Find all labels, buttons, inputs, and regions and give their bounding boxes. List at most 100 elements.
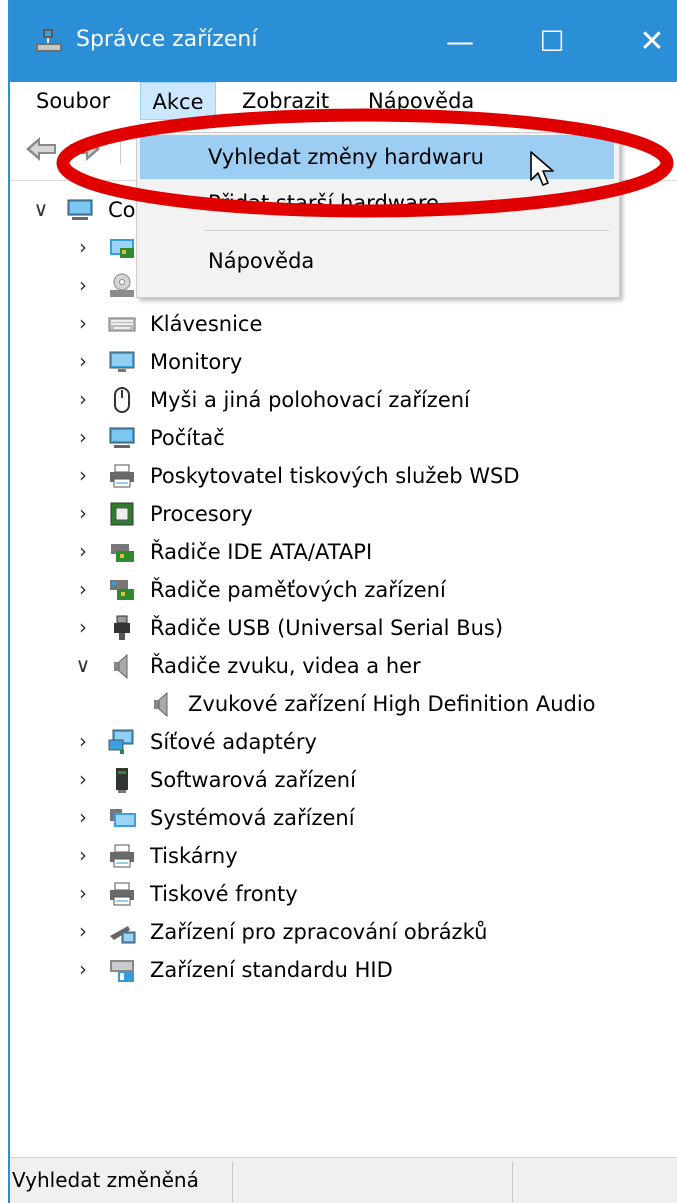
minimize-button[interactable]: — xyxy=(430,16,490,66)
tree-item[interactable]: › Softwarová zařízení xyxy=(10,762,677,798)
tree-item-label: Tiskárny xyxy=(150,844,238,868)
menuitem-label: Nápověda xyxy=(208,249,315,273)
forward-arrow-icon[interactable] xyxy=(68,134,102,164)
tree-item-label: Tiskové fronty xyxy=(150,882,298,906)
tree-item[interactable]: › Klávesnice xyxy=(10,306,677,342)
menuitem-help[interactable]: Nápověda xyxy=(140,239,614,283)
tree-item-label: Klávesnice xyxy=(150,312,263,336)
speaker-icon xyxy=(114,653,128,680)
tree-item[interactable]: › Počítač xyxy=(10,420,677,456)
computer-icon xyxy=(109,427,135,448)
chevron-down-icon[interactable]: ∨ xyxy=(72,654,94,676)
title-bar[interactable]: Správce zařízení — ☐ ✕ xyxy=(10,0,677,82)
chevron-right-icon[interactable]: › xyxy=(72,768,94,790)
tree-item-label: Řadiče USB (Universal Serial Bus) xyxy=(150,616,504,640)
chevron-right-icon[interactable]: › xyxy=(72,274,94,296)
imaging-device-icon xyxy=(110,926,136,944)
status-text: Vyhledat změněná xyxy=(12,1168,199,1192)
device-manager-app-icon xyxy=(36,29,62,52)
tree-item-label: Systémová zařízení xyxy=(150,806,355,830)
tree-item-label: Počítač xyxy=(150,426,225,450)
chevron-right-icon[interactable]: › xyxy=(72,730,94,752)
tree-item[interactable]: › Zařízení pro zpracování obrázků xyxy=(10,914,677,950)
tree-item[interactable]: ∨ Řadiče zvuku, videa a her xyxy=(10,648,677,684)
computer-icon xyxy=(67,199,93,220)
tree-item-label: Procesory xyxy=(150,502,253,526)
usb-icon xyxy=(114,615,130,640)
tree-item-label: Softwarová zařízení xyxy=(150,768,356,792)
menuitem-label: Přidat starší hardware xyxy=(208,191,439,215)
tree-item[interactable]: › Síťové adaptéry xyxy=(10,724,677,760)
tree-item-child[interactable]: Zvukové zařízení High Definition Audio xyxy=(10,686,677,722)
device-tree: ∨Co›Grafické adaptéry›Jednotky DVD/CD-RO… xyxy=(10,182,677,1157)
chevron-right-icon[interactable]: › xyxy=(72,540,94,562)
chevron-right-icon[interactable]: › xyxy=(72,920,94,942)
print-queue-icon xyxy=(110,882,134,906)
status-divider xyxy=(512,1162,513,1202)
tree-item-label: Myši a jiná polohovací zařízení xyxy=(150,388,470,412)
menu-soubor[interactable]: Soubor xyxy=(36,82,110,120)
tree-item[interactable]: › Poskytovatel tiskových služeb WSD xyxy=(10,458,677,494)
menuitem-label: Vyhledat změny hardwaru xyxy=(208,145,484,169)
tree-item-label: Síťové adaptéry xyxy=(150,730,317,754)
tree-item-label: Řadiče paměťových zařízení xyxy=(150,578,446,602)
menu-akce[interactable]: Akce xyxy=(140,82,216,120)
window-title: Správce zařízení xyxy=(76,27,258,52)
chevron-right-icon[interactable]: › xyxy=(72,350,94,372)
tree-item-label: Zvukové zařízení High Definition Audio xyxy=(188,692,596,716)
status-bar: Vyhledat změněná xyxy=(10,1157,677,1203)
dvd-drive-icon xyxy=(110,273,134,297)
chevron-right-icon[interactable]: › xyxy=(72,616,94,638)
keyboard-icon xyxy=(108,317,136,332)
printer-icon xyxy=(110,464,134,488)
tree-item[interactable]: › Procesory xyxy=(10,496,677,532)
tree-item[interactable]: › Řadiče USB (Universal Serial Bus) xyxy=(10,610,677,646)
chevron-right-icon[interactable]: › xyxy=(72,236,94,258)
chevron-right-icon[interactable]: › xyxy=(72,806,94,828)
tree-item[interactable]: › Tiskárny xyxy=(10,838,677,874)
menu-zobrazit[interactable]: Zobrazit xyxy=(242,82,329,120)
tree-item-label: Monitory xyxy=(150,350,243,374)
network-adapter-icon xyxy=(108,729,134,754)
ide-controller-icon xyxy=(111,544,134,562)
chevron-right-icon[interactable]: › xyxy=(72,388,94,410)
tree-item-label: Co xyxy=(108,198,136,222)
display-adapter-icon xyxy=(110,239,134,258)
chevron-right-icon[interactable]: › xyxy=(72,844,94,866)
system-device-icon xyxy=(110,809,136,827)
tree-item[interactable]: › Řadiče paměťových zařízení xyxy=(10,572,677,608)
tree-item[interactable]: › Tiskové fronty xyxy=(10,876,677,912)
software-device-icon xyxy=(116,768,128,793)
processor-icon xyxy=(110,502,134,526)
tree-item[interactable]: › Myši a jiná polohovací zařízení xyxy=(10,382,677,418)
tree-item-label: Zařízení pro zpracování obrázků xyxy=(150,920,488,944)
close-button[interactable]: ✕ xyxy=(622,16,677,66)
tree-item-label: Řadiče IDE ATA/ATAPI xyxy=(150,540,373,564)
mouse-icon xyxy=(114,387,130,413)
menu-separator xyxy=(205,230,609,231)
maximize-button[interactable]: ☐ xyxy=(522,16,582,66)
chevron-right-icon[interactable]: › xyxy=(72,502,94,524)
chevron-right-icon[interactable]: › xyxy=(72,958,94,980)
status-divider xyxy=(232,1162,233,1202)
printer-icon xyxy=(110,844,134,868)
chevron-right-icon[interactable]: › xyxy=(72,882,94,904)
tree-item[interactable]: › Řadiče IDE ATA/ATAPI xyxy=(10,534,677,570)
tree-item[interactable]: › Monitory xyxy=(10,344,677,380)
menu-napoveda[interactable]: Nápověda xyxy=(368,82,474,120)
tree-item[interactable]: › Zařízení standardu HID xyxy=(10,952,677,988)
menu-bar: Soubor Akce Zobrazit Nápověda xyxy=(10,82,677,122)
chevron-down-icon[interactable]: ∨ xyxy=(30,198,52,220)
chevron-right-icon[interactable]: › xyxy=(72,426,94,448)
tree-item-label: Zařízení standardu HID xyxy=(150,958,393,982)
tree-item-label: Řadiče zvuku, videa a her xyxy=(150,654,421,678)
back-arrow-icon[interactable] xyxy=(24,134,58,164)
mouse-cursor-icon xyxy=(530,151,554,186)
toolbar-separator xyxy=(120,136,121,164)
chevron-right-icon[interactable]: › xyxy=(72,464,94,486)
monitor-icon xyxy=(109,351,135,372)
chevron-right-icon[interactable]: › xyxy=(72,312,94,334)
chevron-right-icon[interactable]: › xyxy=(72,578,94,600)
tree-item[interactable]: › Systémová zařízení xyxy=(10,800,677,836)
tree-item-label: Poskytovatel tiskových služeb WSD xyxy=(150,464,520,488)
